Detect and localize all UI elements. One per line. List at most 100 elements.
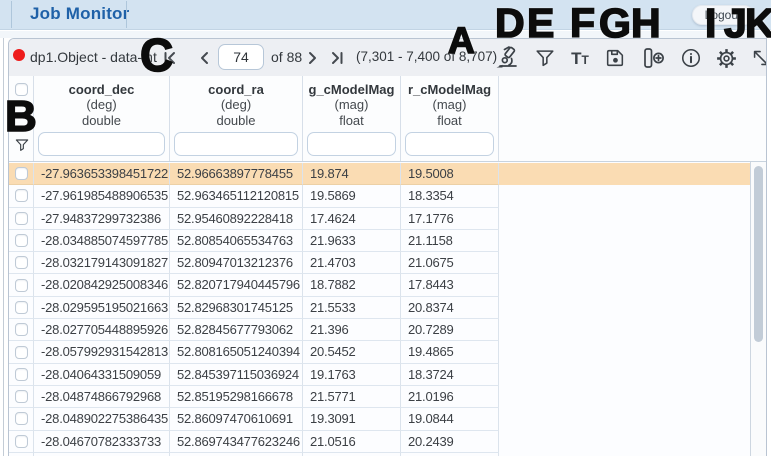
table-row[interactable]: -28.03217914309182752.8094701321237621.4… — [9, 252, 750, 274]
row-checkbox-cell — [9, 386, 34, 408]
row-checkbox[interactable] — [15, 390, 28, 403]
cell-coord_ra: 52.845397115036924 — [170, 364, 303, 386]
cell-coord_dec: -28.027705448895926 — [34, 319, 170, 341]
settings-button[interactable] — [713, 44, 739, 72]
table-row[interactable]: -28.0487486679296852.8519529816667821.57… — [9, 386, 750, 408]
row-checkbox[interactable] — [15, 167, 28, 180]
filter-input-r_cModelMag[interactable] — [405, 132, 494, 156]
row-filler — [499, 163, 750, 185]
cell-g_cModelMag: 21.4703 — [303, 252, 401, 274]
cell-r_cModelMag: 19.4865 — [401, 341, 499, 363]
filter-input-g_cModelMag[interactable] — [307, 132, 396, 156]
table-row[interactable]: -27.96198548890653552.96346511212081519.… — [9, 185, 750, 207]
filter-row-funnel-icon[interactable] — [14, 137, 30, 153]
row-checkbox-cell — [9, 252, 34, 274]
row-checkbox[interactable] — [15, 435, 28, 448]
microscope-button[interactable] — [491, 44, 523, 72]
add-column-icon — [640, 47, 666, 69]
cell-r_cModelMag: 21.0196 — [401, 386, 499, 408]
table-body: -27.96365339845172252.9666389777845519.8… — [9, 162, 766, 456]
previous-page-button[interactable] — [197, 49, 215, 66]
cell-r_cModelMag: 20.8374 — [401, 297, 499, 319]
column-header-r_cModelMag[interactable]: r_cModelMag (mag) float — [401, 76, 499, 161]
top-banner: Job Monitor Logout — [0, 0, 771, 30]
first-page-button[interactable] — [162, 49, 180, 66]
table-row[interactable]: -28.02084292500834652.82071794044579618.… — [9, 274, 750, 296]
expand-icon — [750, 47, 767, 69]
row-filler — [499, 297, 750, 319]
row-checkbox-cell — [9, 274, 34, 296]
cell-coord_ra: 52.869743477623246 — [170, 431, 303, 453]
row-checkbox[interactable] — [15, 346, 28, 359]
cell-coord_dec: -28.04064331509059 — [34, 364, 170, 386]
table-row[interactable]: -28.03488507459778552.8085406553476321.9… — [9, 230, 750, 252]
row-checkbox[interactable] — [15, 323, 28, 336]
cell-coord_dec: -28.034885074597785 — [34, 230, 170, 252]
tab-job-monitor[interactable]: Job Monitor — [30, 4, 129, 24]
cell-r_cModelMag: 19.5008 — [401, 163, 499, 185]
row-checkbox-cell — [9, 208, 34, 230]
row-filler — [499, 185, 750, 207]
cell-coord_dec: -27.94837299732386 — [34, 208, 170, 230]
table-row[interactable]: -28.0467078233373352.86974347762324621.0… — [9, 431, 750, 453]
cell-coord_dec: -27.963653398451722 — [34, 163, 170, 185]
filter-input-coord_dec[interactable] — [38, 132, 165, 156]
tab-divider — [126, 1, 127, 28]
row-checkbox[interactable] — [15, 368, 28, 381]
left-panel-splitter[interactable] — [3, 38, 4, 456]
row-checkbox[interactable] — [15, 256, 28, 269]
row-checkbox-cell — [9, 185, 34, 207]
cell-coord_dec: -28.04874866792968 — [34, 386, 170, 408]
gear-icon — [715, 47, 738, 70]
cell-coord_ra: 52.808165051240394 — [170, 341, 303, 363]
row-checkbox[interactable] — [15, 412, 28, 425]
cell-coord_ra: 52.82845677793062 — [170, 319, 303, 341]
row-filler — [499, 252, 750, 274]
row-checkbox[interactable] — [15, 189, 28, 202]
row-checkbox[interactable] — [15, 234, 28, 247]
column-header-coord_ra[interactable]: coord_ra (deg) double — [170, 76, 303, 161]
row-checkbox[interactable] — [15, 301, 28, 314]
table-row[interactable]: -28.02959519502166352.8296830174512521.5… — [9, 297, 750, 319]
filter-button[interactable] — [532, 44, 558, 72]
scrollbar-thumb[interactable] — [754, 166, 763, 342]
text-view-button[interactable]: TT — [567, 44, 593, 72]
cell-r_cModelMag: 20.7289 — [401, 319, 499, 341]
filter-icon — [534, 47, 556, 69]
table-row[interactable]: -28.04890227538643552.8609747061069119.3… — [9, 408, 750, 430]
row-checkbox-cell — [9, 364, 34, 386]
vertical-scrollbar[interactable] — [750, 162, 766, 456]
filter-input-coord_ra[interactable] — [174, 132, 298, 156]
table-row[interactable]: -27.9483729973238652.9546089222841817.46… — [9, 208, 750, 230]
table-row[interactable]: -28.05799293154281352.80816505124039420.… — [9, 341, 750, 363]
row-filler — [499, 274, 750, 296]
row-checkbox[interactable] — [15, 279, 28, 292]
row-filler — [499, 408, 750, 430]
next-page-button[interactable] — [304, 49, 322, 66]
add-column-button[interactable] — [637, 44, 669, 72]
info-button[interactable] — [678, 44, 704, 72]
info-icon — [680, 47, 702, 69]
cell-coord_ra: 52.96663897778455 — [170, 163, 303, 185]
table-row[interactable]: -28.02770544889592652.8284567779306221.3… — [9, 319, 750, 341]
expand-button[interactable] — [748, 44, 767, 72]
column-header-coord_dec[interactable]: coord_dec (deg) double — [34, 76, 170, 161]
table-row[interactable]: -28.0406433150905952.84539711503692419.1… — [9, 364, 750, 386]
row-checkbox-cell — [9, 319, 34, 341]
table-row[interactable]: -27.96365339845172252.9666389777845519.8… — [9, 163, 750, 185]
page-number-input[interactable] — [218, 44, 264, 70]
cell-coord_ra: 52.95460892228418 — [170, 208, 303, 230]
save-button[interactable] — [602, 44, 628, 72]
previous-page-icon — [197, 50, 213, 66]
logout-button[interactable]: Logout — [692, 5, 754, 25]
select-all-checkbox[interactable] — [15, 83, 28, 96]
cell-g_cModelMag: 21.5771 — [303, 386, 401, 408]
row-checkbox[interactable] — [15, 212, 28, 225]
row-checkbox-cell — [9, 163, 34, 185]
cell-coord_dec: -28.048902275386435 — [34, 408, 170, 430]
column-header-g_cModelMag[interactable]: g_cModelMag (mag) float — [303, 76, 401, 161]
row-filler — [499, 319, 750, 341]
row-range-label: (7,301 - 7,400 of 8,707) — [356, 49, 497, 64]
close-table-dot-icon[interactable] — [13, 49, 25, 61]
last-page-button[interactable] — [329, 49, 347, 66]
